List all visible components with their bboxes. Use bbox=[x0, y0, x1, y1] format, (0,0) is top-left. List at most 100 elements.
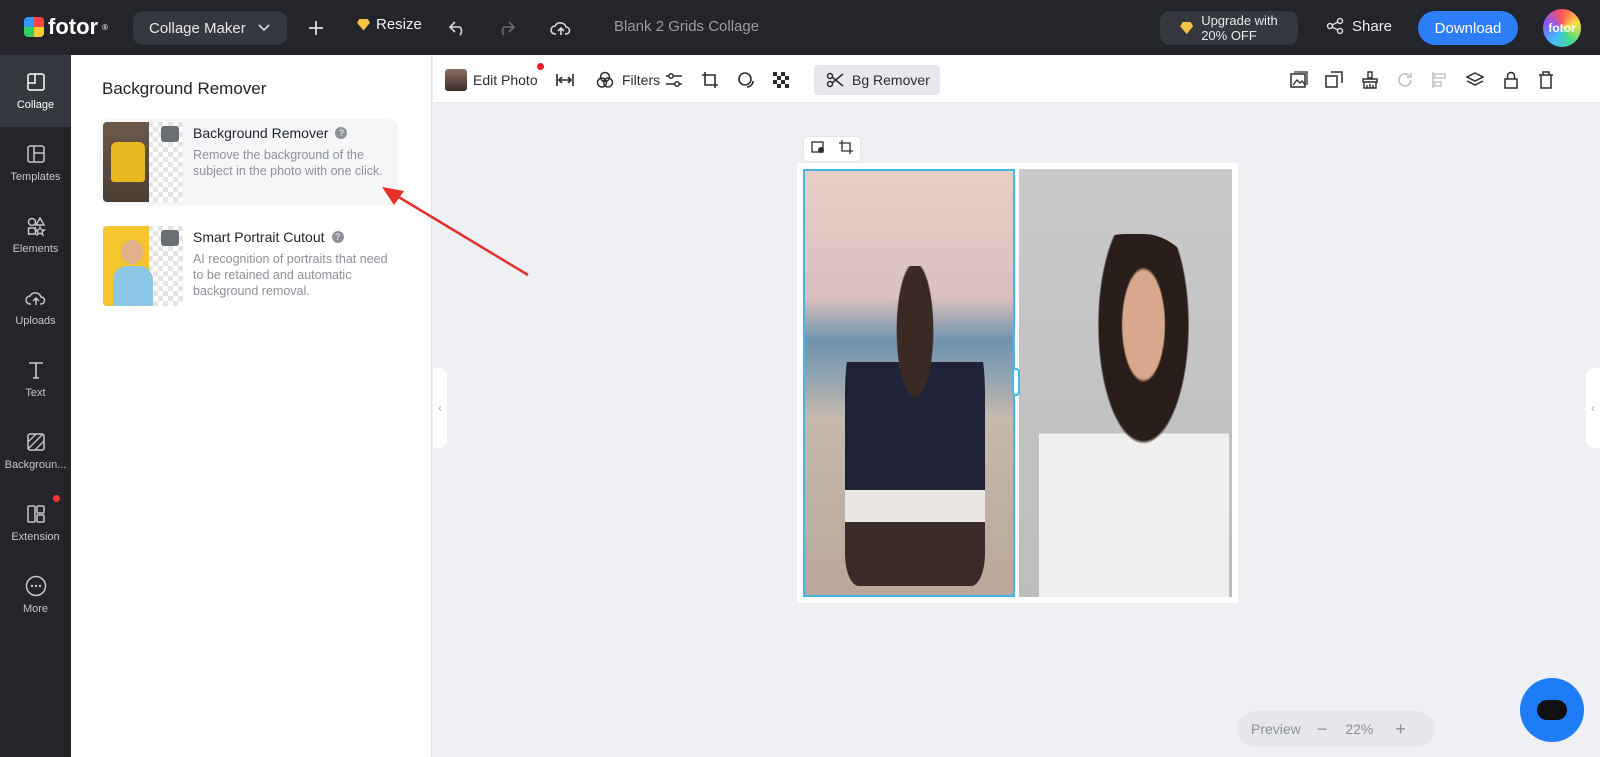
help-icon[interactable]: ? bbox=[335, 127, 348, 139]
brush-icon bbox=[1359, 69, 1381, 91]
tool-description: AI recognition of portraits that need to… bbox=[193, 252, 388, 298]
tool-card-smart-portrait-cutout[interactable]: Smart Portrait Cutout ? AI recognition o… bbox=[100, 223, 398, 309]
resize-label: Resize bbox=[376, 16, 422, 33]
collage-cell-2-photo[interactable] bbox=[1019, 169, 1232, 597]
crop-button[interactable] bbox=[699, 67, 721, 93]
tool-description: Remove the background of the subject in … bbox=[193, 148, 383, 178]
upgrade-button[interactable]: Upgrade with 20% OFF bbox=[1160, 11, 1298, 45]
replace-photo-icon[interactable] bbox=[811, 140, 825, 159]
nav-item-templates[interactable]: Templates bbox=[0, 127, 71, 199]
nav-label-collage: Collage bbox=[16, 99, 55, 111]
nav-item-background[interactable]: Backgroun... bbox=[0, 415, 71, 487]
share-button[interactable]: Share bbox=[1326, 17, 1392, 35]
rotate-icon bbox=[1394, 69, 1416, 91]
extension-icon bbox=[25, 503, 47, 525]
share-label: Share bbox=[1352, 17, 1393, 35]
panel-title: Background Remover bbox=[102, 79, 267, 98]
circle-overlap-icon bbox=[735, 69, 757, 91]
redo-icon[interactable] bbox=[492, 14, 520, 42]
zoom-in-button[interactable]: + bbox=[1395, 719, 1406, 740]
chevron-left-icon: ‹ bbox=[1591, 401, 1595, 415]
resize-button[interactable]: Resize bbox=[357, 16, 422, 33]
collage-icon bbox=[25, 71, 47, 93]
nav-label-more: More bbox=[22, 603, 49, 615]
cell-mini-toolbar bbox=[803, 136, 861, 162]
bg-remover-label: Bg Remover bbox=[852, 72, 930, 88]
premium-badge-icon bbox=[161, 230, 179, 246]
nav-item-collage[interactable]: Collage bbox=[0, 55, 71, 127]
notification-dot bbox=[537, 63, 544, 70]
shape-button[interactable] bbox=[735, 67, 757, 93]
filters-button[interactable]: Filters bbox=[594, 67, 660, 93]
flip-button[interactable] bbox=[554, 67, 576, 93]
nav-label-text: Text bbox=[25, 387, 46, 399]
collapse-panel-handle[interactable]: ‹ bbox=[433, 368, 447, 448]
style-brush-button[interactable] bbox=[1359, 67, 1381, 93]
photo-toolbar: Edit Photo Filters Bg Remover bbox=[433, 55, 1600, 103]
replace-image-button[interactable] bbox=[1288, 67, 1310, 93]
cloud-upload-icon[interactable] bbox=[547, 14, 575, 42]
bg-remover-button[interactable]: Bg Remover bbox=[814, 65, 940, 95]
left-nav: Collage Templates Elements Uploads Text … bbox=[0, 55, 71, 757]
nav-item-extension[interactable]: Extension bbox=[0, 487, 71, 559]
layers-button[interactable] bbox=[1464, 67, 1486, 93]
nav-label-uploads: Uploads bbox=[15, 315, 56, 327]
gem-icon bbox=[1180, 22, 1194, 34]
scissors-icon bbox=[824, 69, 846, 91]
chevron-left-icon: ‹ bbox=[438, 401, 442, 415]
crop-icon[interactable] bbox=[839, 139, 853, 159]
download-button[interactable]: Download bbox=[1418, 11, 1518, 45]
edit-photo-label: Edit Photo bbox=[473, 72, 538, 88]
filters-label: Filters bbox=[622, 72, 661, 88]
nav-label-extension: Extension bbox=[11, 531, 60, 543]
chair-photo bbox=[103, 122, 149, 202]
fotor-logo-mark-icon bbox=[24, 17, 44, 37]
fotor-logo[interactable]: fotor ® bbox=[24, 14, 108, 40]
nav-item-uploads[interactable]: Uploads bbox=[0, 271, 71, 343]
more-icon bbox=[25, 575, 47, 597]
add-icon[interactable] bbox=[302, 14, 330, 42]
zoom-out-button[interactable]: − bbox=[1317, 719, 1328, 740]
nav-label-elements: Elements bbox=[12, 243, 59, 255]
text-icon bbox=[25, 359, 47, 381]
nav-item-more[interactable]: More bbox=[0, 559, 71, 631]
nav-label-background: Backgroun... bbox=[4, 459, 67, 471]
document-title[interactable]: Blank 2 Grids Collage bbox=[614, 18, 759, 35]
chat-support-button[interactable] bbox=[1520, 678, 1584, 742]
align-button[interactable] bbox=[1429, 67, 1451, 93]
nav-item-text[interactable]: Text bbox=[0, 343, 71, 415]
delete-button[interactable] bbox=[1535, 67, 1557, 93]
crop-icon bbox=[699, 69, 721, 91]
undo-icon[interactable] bbox=[444, 14, 472, 42]
layers-icon bbox=[1464, 69, 1486, 91]
duplicate-button[interactable] bbox=[1323, 67, 1345, 93]
transparency-button[interactable] bbox=[770, 67, 792, 93]
help-icon[interactable]: ? bbox=[331, 231, 344, 243]
expand-right-panel-handle[interactable]: ‹ bbox=[1586, 368, 1600, 448]
edit-photo-button[interactable]: Edit Photo bbox=[445, 63, 544, 93]
upgrade-label: Upgrade with 20% OFF bbox=[1201, 13, 1278, 43]
notification-dot bbox=[53, 495, 60, 502]
portrait-photo bbox=[103, 226, 153, 306]
smiling-woman-figure bbox=[1039, 234, 1229, 597]
align-left-icon bbox=[1429, 69, 1451, 91]
nav-label-templates: Templates bbox=[10, 171, 61, 183]
templates-icon bbox=[25, 143, 47, 165]
zoom-control: Preview − 22% + bbox=[1237, 711, 1435, 747]
rotate-button[interactable] bbox=[1394, 67, 1416, 93]
avatar[interactable]: fotor bbox=[1543, 9, 1581, 47]
tool-card-background-remover[interactable]: Background Remover ? Remove the backgrou… bbox=[100, 119, 398, 205]
adjust-button[interactable] bbox=[663, 67, 685, 93]
trademark: ® bbox=[102, 22, 108, 32]
trash-icon bbox=[1535, 69, 1557, 91]
lock-button[interactable] bbox=[1500, 67, 1522, 93]
collage-maker-dropdown[interactable]: Collage Maker bbox=[133, 11, 287, 45]
preview-button[interactable]: Preview bbox=[1251, 721, 1301, 737]
zoom-value: 22% bbox=[1345, 721, 1374, 737]
gem-icon bbox=[357, 18, 370, 31]
grid-resize-handle[interactable] bbox=[1012, 368, 1020, 396]
woman-on-beach-figure bbox=[845, 266, 985, 586]
nav-item-elements[interactable]: Elements bbox=[0, 199, 71, 271]
collage-cell-1-photo[interactable] bbox=[803, 169, 1015, 597]
tool-name: Smart Portrait Cutout bbox=[193, 229, 325, 245]
